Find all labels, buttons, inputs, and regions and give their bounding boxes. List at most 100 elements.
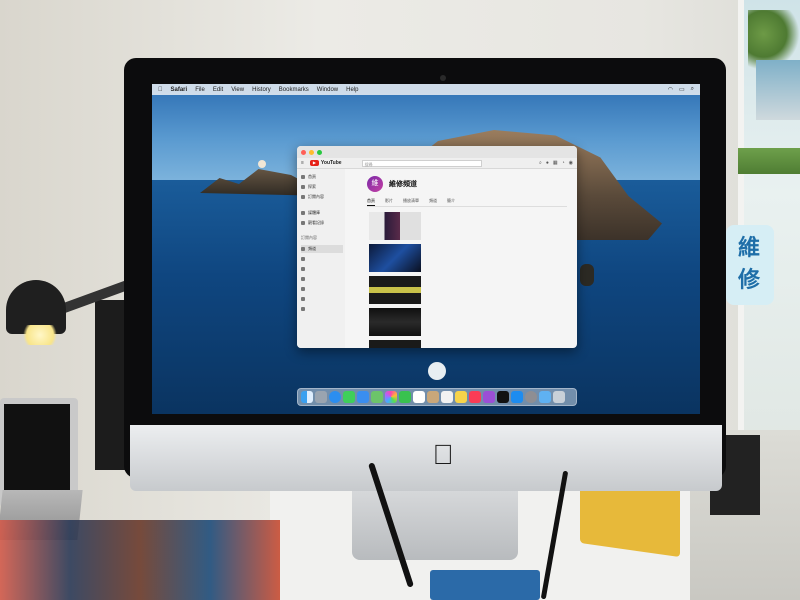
channel-icon: [301, 277, 305, 281]
video-thumbnail[interactable]: [369, 212, 421, 240]
compass-icon: [301, 185, 305, 189]
appstore-icon[interactable]: [511, 391, 523, 403]
hedge: [738, 148, 800, 174]
apple-menu-icon[interactable]: : [158, 87, 163, 93]
contacts-icon[interactable]: [427, 391, 439, 403]
camera-icon: [440, 75, 446, 81]
youtube-play-icon: ▶: [309, 160, 319, 166]
finder-icon[interactable]: [301, 391, 313, 403]
video-item[interactable]: [369, 308, 569, 336]
battery-icon[interactable]: ▭: [679, 86, 685, 93]
video-thumbnail[interactable]: [369, 276, 421, 304]
wallpaper-boat: [428, 362, 446, 380]
reminders-icon[interactable]: [441, 391, 453, 403]
launchpad-icon[interactable]: [315, 391, 327, 403]
tv-icon[interactable]: [497, 391, 509, 403]
notes-icon[interactable]: [455, 391, 467, 403]
facetime-icon[interactable]: [399, 391, 411, 403]
tab-channels[interactable]: 頻道: [429, 198, 437, 206]
tab-videos[interactable]: 影片: [385, 198, 393, 206]
sidebar-item[interactable]: [301, 265, 343, 273]
wifi-icon[interactable]: ◠: [668, 86, 673, 93]
video-item[interactable]: [369, 244, 569, 272]
menu-history[interactable]: History: [252, 87, 271, 93]
spotlight-icon[interactable]: ⌕: [691, 86, 694, 93]
mail-icon[interactable]: [357, 391, 369, 403]
search-icon[interactable]: ⌕: [539, 160, 542, 166]
video-thumbnail[interactable]: [369, 308, 421, 336]
zoom-icon[interactable]: [317, 149, 322, 155]
sidebar-item[interactable]: [301, 305, 343, 313]
library-icon: [301, 211, 305, 215]
sidebar-item[interactable]: [301, 295, 343, 303]
channel-tabs: 首頁 影片 播放清單 頻道 簡介: [367, 198, 567, 207]
sidebar-item-explore[interactable]: 探索: [301, 183, 343, 191]
sidebar-item-history[interactable]: 觀看記錄: [301, 219, 343, 227]
youtube-wordmark: YouTube: [320, 160, 342, 166]
sidebar-item-channel[interactable]: 頻道: [301, 245, 343, 253]
folder-icon[interactable]: [539, 391, 551, 403]
menu-app[interactable]: Safari: [171, 87, 188, 93]
history-icon: [301, 221, 305, 225]
settings-icon[interactable]: [525, 391, 537, 403]
video-thumbnail[interactable]: [369, 340, 421, 348]
mic-icon[interactable]: ●: [546, 160, 549, 166]
browser-window[interactable]: ≡ ▶ YouTube 搜尋 ⌕ ● ▦ ◔ ◉ 首頁 探索 訂閱內容 媒體庫 …: [297, 146, 577, 348]
hamburger-icon[interactable]: ≡: [301, 160, 304, 166]
sidebar-section-title: 訂閱內容: [301, 235, 317, 240]
messages-icon[interactable]: [343, 391, 355, 403]
menu-file[interactable]: File: [195, 87, 205, 93]
lamp-light: [20, 325, 60, 345]
tab-playlists[interactable]: 播放清單: [403, 198, 419, 206]
menu-window[interactable]: Window: [317, 87, 338, 93]
sidebar-item[interactable]: [301, 255, 343, 263]
youtube-logo[interactable]: ▶ YouTube: [309, 160, 342, 166]
minimize-icon[interactable]: [309, 149, 314, 155]
menu-view[interactable]: View: [231, 87, 244, 93]
menu-help[interactable]: Help: [346, 87, 358, 93]
channel-icon: [301, 257, 305, 261]
window-titlebar[interactable]: [297, 146, 577, 158]
imac-stand: [352, 488, 518, 560]
sidebar-item-home[interactable]: 首頁: [301, 173, 343, 181]
desk-clutter: [0, 520, 280, 600]
trash-icon[interactable]: [553, 391, 565, 403]
subscriptions-icon: [301, 195, 305, 199]
wall-sign-text: 維修: [738, 235, 761, 292]
safari-icon[interactable]: [329, 391, 341, 403]
circuit-board: [430, 570, 540, 600]
video-item[interactable]: [369, 276, 569, 304]
menu-bookmarks[interactable]: Bookmarks: [279, 87, 309, 93]
photos-icon[interactable]: [385, 391, 397, 403]
video-thumbnail[interactable]: [369, 244, 421, 272]
tab-home[interactable]: 首頁: [367, 198, 375, 206]
music-icon[interactable]: [469, 391, 481, 403]
close-icon[interactable]: [301, 149, 306, 155]
channel-avatar[interactable]: 維: [367, 176, 383, 192]
wallpaper-balloon: [258, 160, 266, 168]
sidebar-item-library[interactable]: 媒體庫: [301, 209, 343, 217]
youtube-header: ≡ ▶ YouTube 搜尋 ⌕ ● ▦ ◔ ◉: [297, 158, 577, 169]
menu-edit[interactable]: Edit: [213, 87, 223, 93]
avatar[interactable]: ◉: [569, 160, 573, 166]
calendar-icon[interactable]: [413, 391, 425, 403]
home-icon: [301, 175, 305, 179]
laptop-screen: [4, 404, 70, 496]
channel-icon: [301, 267, 305, 271]
apps-icon[interactable]: ▦: [553, 160, 558, 166]
mac-menubar:  Safari File Edit View History Bookmark…: [152, 84, 700, 95]
sidebar-item-subscriptions[interactable]: 訂閱內容: [301, 193, 343, 201]
maps-icon[interactable]: [371, 391, 383, 403]
imac-chin: [130, 425, 722, 491]
bell-icon[interactable]: ◔: [562, 160, 565, 166]
channel-header: 維 維修頻道: [367, 174, 567, 194]
video-item[interactable]: [369, 340, 569, 348]
channel-icon: [301, 297, 305, 301]
podcasts-icon[interactable]: [483, 391, 495, 403]
sidebar-item-label: 觀看記錄: [308, 220, 324, 225]
tab-about[interactable]: 簡介: [447, 198, 455, 206]
video-item[interactable]: [369, 212, 569, 240]
sidebar-item[interactable]: [301, 275, 343, 283]
search-input[interactable]: 搜尋: [361, 159, 482, 167]
sidebar-item[interactable]: [301, 285, 343, 293]
